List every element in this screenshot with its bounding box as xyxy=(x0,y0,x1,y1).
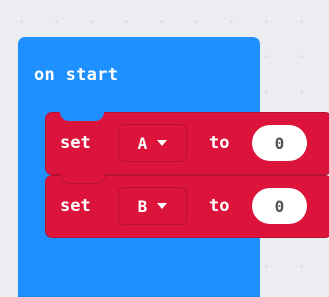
value-input-a[interactable]: 0 xyxy=(252,125,307,161)
variable-name: B xyxy=(137,196,148,216)
caret-down-icon xyxy=(157,203,168,209)
variable-dropdown-a[interactable]: A xyxy=(118,124,187,162)
caret-down-icon xyxy=(157,140,168,146)
variable-dropdown-b[interactable]: B xyxy=(118,187,187,225)
connector-notch xyxy=(60,174,106,184)
to-label: to xyxy=(209,196,230,216)
set-label: set xyxy=(60,133,91,153)
set-variable-block-b[interactable]: set B to 0 xyxy=(45,174,329,238)
to-label: to xyxy=(209,133,230,153)
connector-notch xyxy=(60,112,104,121)
value-text: 0 xyxy=(274,133,285,153)
on-start-label: on start xyxy=(34,65,119,85)
set-label: set xyxy=(60,196,91,216)
value-text: 0 xyxy=(274,196,285,216)
value-input-b[interactable]: 0 xyxy=(252,188,307,224)
variable-name: A xyxy=(137,133,148,153)
set-variable-block-a[interactable]: set A to 0 xyxy=(45,112,329,175)
